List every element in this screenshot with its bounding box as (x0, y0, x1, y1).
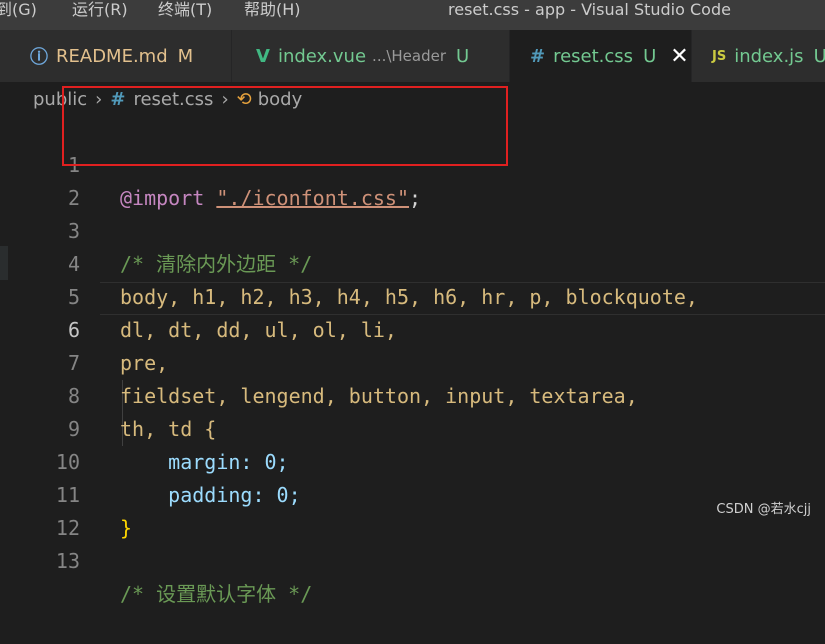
tab-label: reset.css (553, 45, 634, 67)
tab-status: U (643, 45, 657, 67)
chevron-right-icon: › (95, 88, 103, 110)
menu-terminal[interactable]: 终端(T) (158, 0, 212, 22)
breadcrumb-folder[interactable]: public (33, 89, 87, 110)
watermark: CSDN @若水cjj (716, 502, 811, 517)
code-line[interactable]: 10 padding: 0; (0, 413, 825, 507)
tab-label: README.md (56, 45, 168, 67)
code-line[interactable]: 3 /* 清除内外边距 */ (0, 182, 825, 276)
code-line[interactable]: 4 body, h1, h2, h3, h4, h5, h6, hr, p, b… (0, 215, 825, 309)
menu-go[interactable]: 到(G) (0, 0, 37, 22)
code-text: /* 设置默认字体 */ (120, 582, 313, 606)
window-title: reset.css - app - Visual Studio Code (448, 0, 731, 19)
code-line[interactable]: 8 th, td { (0, 347, 825, 441)
css-file-icon: # (110, 88, 126, 110)
code-line[interactable]: 11 } (0, 446, 825, 540)
code-line[interactable]: 9 margin: 0; (0, 380, 825, 474)
tab-label: index.vue (277, 45, 367, 67)
tab-readme[interactable]: ⓘ README.md M (0, 30, 232, 82)
tab-bar: ⓘ README.md M V index.vue ...\Header U #… (0, 30, 825, 82)
tab-status: U (456, 45, 470, 67)
info-icon: ⓘ (30, 47, 48, 68)
breadcrumb-symbol[interactable]: body (258, 89, 303, 110)
tab-status: M (177, 45, 194, 67)
close-icon[interactable]: ✕ (670, 44, 688, 69)
symbol-icon: ⟲ (236, 88, 252, 110)
css-icon: # (530, 45, 546, 67)
code-line[interactable]: 1 @import "./iconfont.css"; (0, 116, 825, 210)
tab-index-js[interactable]: JS index.js U (692, 30, 825, 82)
breadcrumb: public › # reset.css › ⟲ body (0, 82, 825, 116)
chevron-right-icon: › (221, 88, 229, 110)
line-number: 13 (55, 549, 80, 573)
breadcrumb-file[interactable]: reset.css (133, 89, 213, 110)
tab-reset-css[interactable]: # reset.css U ✕ (510, 30, 692, 82)
code-line[interactable]: 13 /* 设置默认字体 */ (0, 512, 825, 606)
javascript-icon: JS (712, 48, 727, 64)
tab-status: U (813, 45, 825, 67)
title-bar: 到(G) 运行(R) 终端(T) 帮助(H) reset.css - app -… (0, 0, 825, 30)
menu-run[interactable]: 运行(R) (72, 0, 128, 22)
code-line[interactable]: 2 (0, 149, 825, 210)
tab-path: ...\Header (372, 47, 447, 65)
code-line[interactable]: 5 dl, dt, dd, ul, ol, li, (0, 248, 825, 342)
code-line[interactable]: 12 (0, 479, 825, 540)
code-line[interactable]: 6 pre, (0, 281, 825, 375)
code-line[interactable]: 7 fieldset, lengend, button, input, text… (0, 314, 825, 408)
vue-icon: V (256, 45, 270, 67)
menu-help[interactable]: 帮助(H) (244, 0, 301, 22)
code-editor[interactable]: 1 @import "./iconfont.css"; 2 3 /* 清除内外边… (0, 116, 825, 606)
tab-label: index.js (734, 45, 804, 67)
tab-index-vue[interactable]: V index.vue ...\Header U (232, 30, 510, 82)
